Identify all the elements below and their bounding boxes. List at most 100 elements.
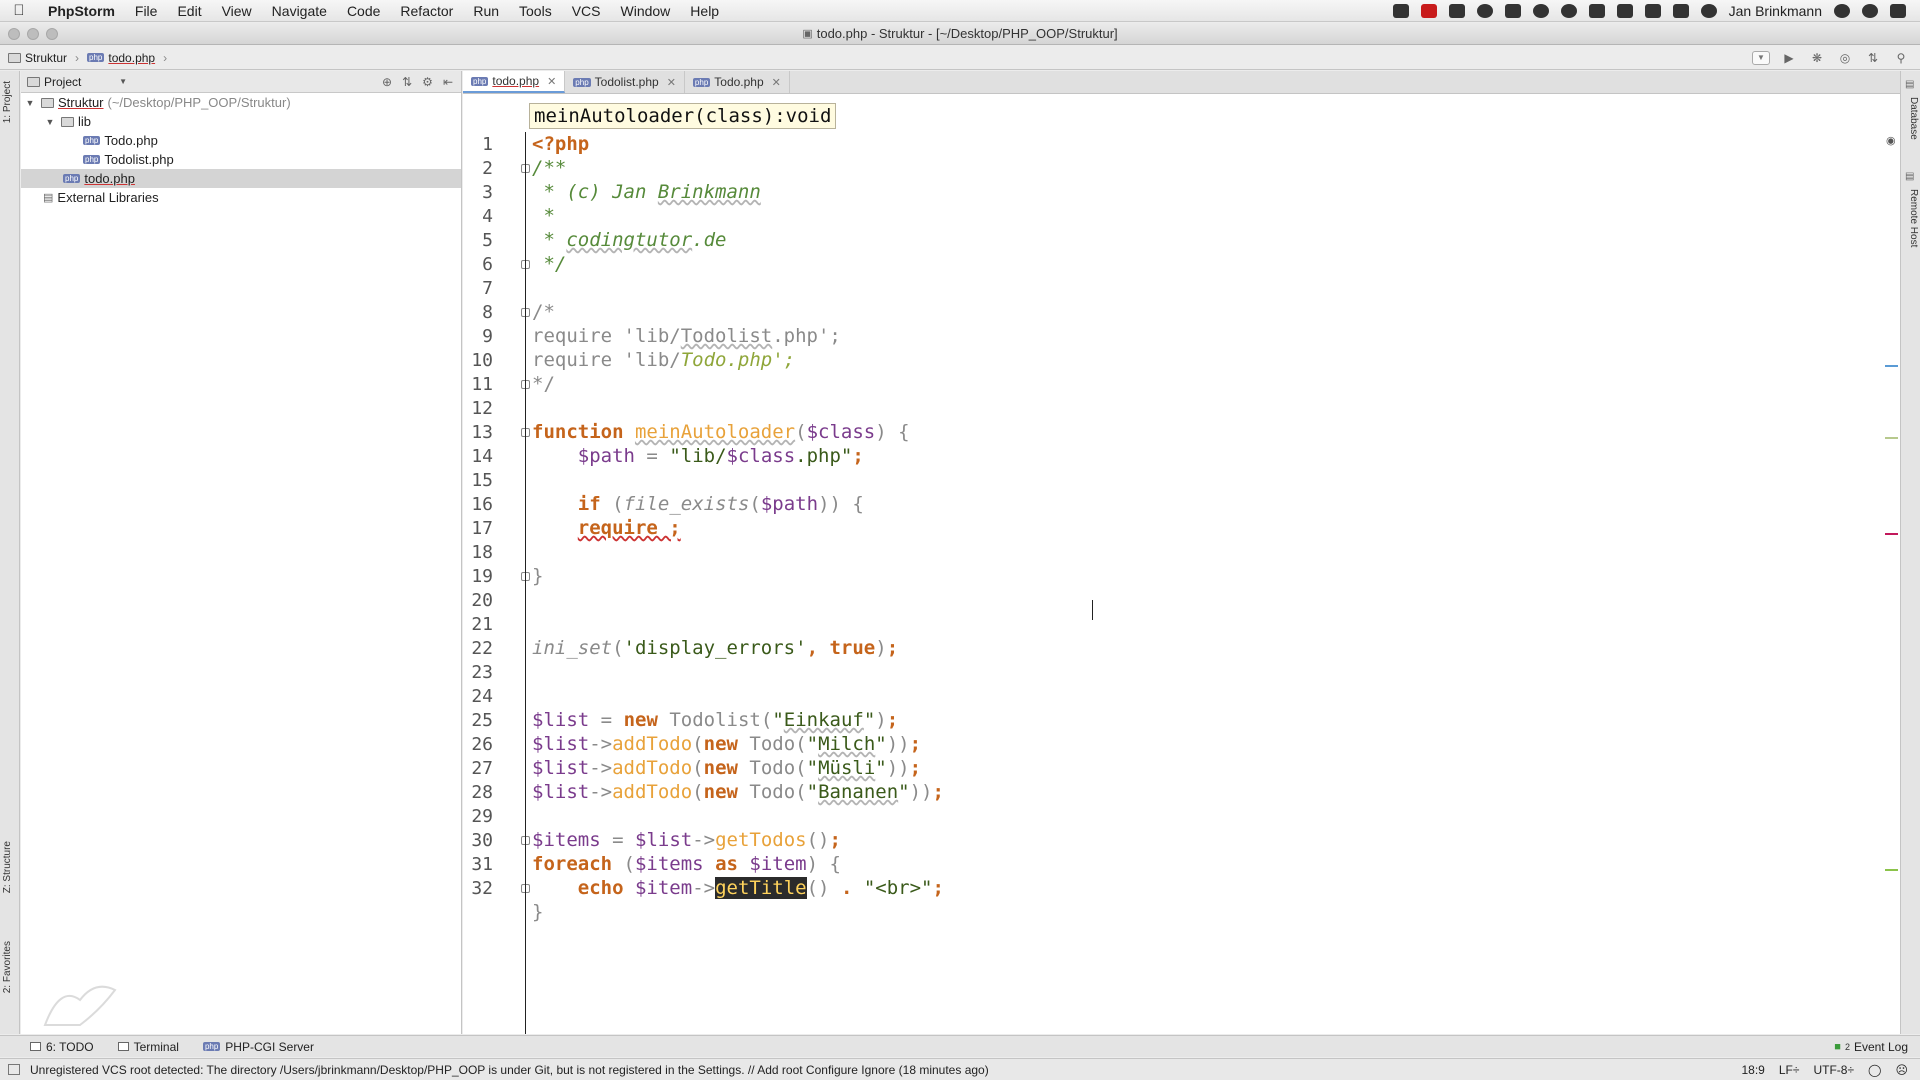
code-area[interactable]: 1 2 3 4 5 6 7 8 9 10 11 12 13 14 15 16 17 18 19 20 21 22 23 24 2… [463,132,1900,1034]
coverage-icon[interactable]: ◎ [1836,50,1854,66]
eye-icon[interactable]: ◉ [1886,134,1896,147]
recorder-icon[interactable] [1420,3,1437,18]
remote-host-tool-tab[interactable]: Remote Host [1903,189,1919,247]
user-name[interactable]: Jan Brinkmann [1729,3,1822,19]
tab-todo-php[interactable]: php todo.php ✕ [463,71,566,93]
menu-file[interactable]: File [125,3,168,19]
menu-window[interactable]: Window [611,3,681,19]
line-number: 3 [482,182,493,203]
project-panel-tools: ⊕ ⇅ ⚙ ⇤ [382,75,461,89]
tree-item-lib[interactable]: ▼ lib [21,112,461,131]
line-number: 12 [471,398,493,419]
tab-label: Todolist.php [594,75,659,89]
breadcrumb-project[interactable]: Struktur [25,51,67,65]
scroll-from-source-icon[interactable]: ⊕ [382,75,392,89]
line-number: 6 [482,254,493,275]
tree-item-root[interactable]: ▼ Struktur (~/Desktop/PHP_OOP/Struktur) [21,93,461,112]
line-number: 25 [471,710,493,731]
zoom-window-button[interactable] [46,28,58,40]
favorites-tool-tab[interactable]: 2: Favorites [2,941,18,993]
gutter-divider [525,132,526,1034]
code-line: * (c) Jan Brinkmann [532,181,761,203]
breadcrumb-file[interactable]: todo.php [108,51,155,65]
close-window-button[interactable] [8,28,20,40]
menu-help[interactable]: Help [680,3,729,19]
close-icon[interactable]: ✕ [667,76,676,89]
volume-icon[interactable] [1644,3,1661,18]
breadcrumb-separator: › [163,50,168,65]
tab-todo-class-php[interactable]: php Todo.php ✕ [685,71,790,93]
watermark-logo-icon [43,985,117,1026]
project-tool-tab[interactable]: 1: Project [2,81,18,123]
structure-tool-tab[interactable]: Z: Structure [2,841,18,893]
evernote-icon[interactable] [1504,3,1521,18]
creative-cloud-icon[interactable] [1560,3,1577,18]
php-cgi-server-tool-button[interactable]: php PHP-CGI Server [191,1040,326,1054]
caret-position[interactable]: 18:9 [1742,1063,1765,1077]
menu-navigate[interactable]: Navigate [262,3,337,19]
debug-icon[interactable]: ❋ [1808,50,1826,66]
line-number: 17 [471,518,493,539]
code-line: ini_set('display_errors', true); [532,637,899,659]
user-icon[interactable] [1834,3,1850,18]
close-icon[interactable]: ✕ [547,75,556,88]
tool-windows-toggle-icon[interactable] [8,1064,20,1075]
error-marker[interactable] [1885,533,1898,535]
bluetooth-icon[interactable] [1672,3,1689,18]
minimize-window-button[interactable] [27,28,39,40]
plus-icon[interactable] [1616,3,1633,18]
terminal-tool-button[interactable]: Terminal [106,1040,191,1054]
tree-item-todo-class[interactable]: php Todo.php [21,131,461,150]
gear-icon[interactable]: ⚙ [422,75,433,89]
expand-arrow-icon[interactable]: ▼ [43,117,57,127]
status-message[interactable]: Unregistered VCS root detected: The dire… [0,1063,989,1077]
hide-panel-icon[interactable]: ⇤ [443,75,453,89]
line-number: 2 [482,158,493,179]
project-view-selector[interactable]: Project ▼ [27,75,127,89]
file-encoding[interactable]: UTF-8÷ [1813,1063,1854,1077]
change-marker[interactable] [1885,365,1898,367]
event-log-label: Event Log [1853,1039,1908,1054]
project-panel: Project ▼ ⊕ ⇅ ⚙ ⇤ ▼ Struktur (~/Desktop/… [21,71,462,1034]
run-icon[interactable]: ▶ [1780,50,1798,66]
collapse-all-icon[interactable]: ⇅ [402,75,412,89]
inspector-icon[interactable]: ☹ [1895,1063,1908,1077]
menu-vcs[interactable]: VCS [562,3,611,19]
cloud-icon[interactable] [1532,3,1549,18]
todo-icon [30,1042,41,1051]
menu-view[interactable]: View [212,3,262,19]
event-log-button[interactable]: ■ 2 Event Log [1834,1040,1920,1054]
search-everywhere-icon[interactable]: ⚲ [1892,50,1910,66]
apple-icon[interactable]:  [0,2,38,19]
run-config-dropdown[interactable]: ▼ [1752,50,1770,65]
menu-code[interactable]: Code [337,3,390,19]
menu-refactor[interactable]: Refactor [390,3,463,19]
menu-tools[interactable]: Tools [509,3,562,19]
code-line: function meinAutoloader($class) { [532,421,910,443]
spotlight-icon[interactable] [1862,3,1878,18]
vcs-update-icon[interactable]: ⇅ [1864,50,1882,66]
change-marker[interactable] [1885,437,1898,439]
info-icon[interactable] [1476,3,1493,18]
close-icon[interactable]: ✕ [772,76,781,89]
todo-tool-button[interactable]: 6: TODO [0,1040,106,1054]
document-icon: ▣ [802,28,813,40]
menu-run[interactable]: Run [463,3,509,19]
tree-item-todo-file[interactable]: php todo.php [21,169,461,188]
display-icon[interactable] [1392,3,1409,18]
time-machine-icon[interactable] [1700,3,1717,18]
code-line: } [532,901,544,923]
tree-item-todolist-class[interactable]: php Todolist.php [21,150,461,169]
expand-arrow-icon[interactable]: ▼ [23,98,37,108]
notification-center-icon[interactable] [1890,3,1906,18]
line-separator[interactable]: LF÷ [1779,1063,1800,1077]
dropbox-icon[interactable] [1588,3,1605,18]
lock-icon[interactable]: ◯ [1868,1063,1881,1077]
menu-edit[interactable]: Edit [167,3,211,19]
change-marker[interactable] [1885,869,1898,871]
database-tool-tab[interactable]: Database [1903,97,1919,140]
tab-todolist-php[interactable]: php Todolist.php ✕ [565,71,685,93]
tree-item-external-libraries[interactable]: ▤ External Libraries [21,188,461,207]
menu-app-name[interactable]: PhpStorm [38,3,125,19]
bookmark-icon[interactable] [1448,3,1465,18]
